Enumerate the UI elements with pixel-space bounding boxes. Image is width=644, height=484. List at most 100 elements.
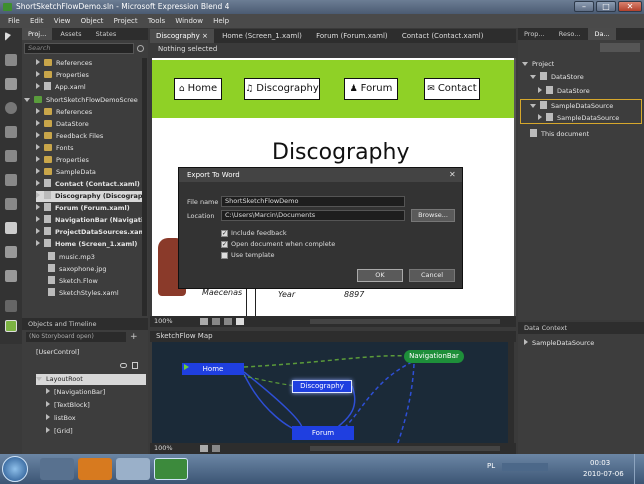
tab-resources[interactable]: Reso... (553, 28, 587, 40)
menu-view[interactable]: View (54, 17, 71, 25)
tree-item[interactable]: References (36, 58, 92, 69)
scrollbar[interactable] (142, 58, 147, 316)
menu-tools[interactable]: Tools (148, 17, 165, 25)
map-add-screen-icon[interactable] (212, 445, 220, 452)
media-player-icon[interactable] (78, 458, 112, 480)
object-item[interactable]: [UserControl] (36, 347, 146, 358)
close-button[interactable]: ✕ (618, 1, 642, 12)
tree-item[interactable]: NavigationBar (Navigati (36, 215, 143, 226)
clock-time[interactable]: 00:03 (590, 459, 610, 467)
map-horizontal-scrollbar[interactable] (310, 446, 500, 451)
map-node-discography[interactable]: Discography (292, 380, 352, 393)
use-template-checkbox[interactable] (221, 252, 228, 259)
search-input[interactable]: Search (24, 43, 134, 54)
tree-item[interactable]: Properties (36, 70, 89, 81)
map-node-navigationbar[interactable]: NavigationBar (404, 350, 464, 363)
open-document-checkbox[interactable]: ✓ (221, 241, 228, 248)
object-item[interactable]: listBox (46, 413, 76, 424)
data-item[interactable]: SampleDataSource (538, 113, 619, 124)
tray-icons[interactable] (502, 463, 548, 471)
location-field[interactable]: C:\Users\Marcin\Documents (221, 210, 405, 221)
tree-item[interactable]: References (36, 107, 92, 118)
tree-item[interactable]: Feedback Files (36, 131, 103, 142)
nav-forum-button[interactable]: ♟ Forum (344, 78, 398, 100)
object-item[interactable]: [Grid] (46, 426, 73, 437)
minimize-button[interactable]: – (574, 1, 594, 12)
tree-item[interactable]: Fonts (36, 143, 74, 154)
rectangle-tool-icon[interactable] (5, 222, 17, 234)
tree-item[interactable]: ShortSketchFlowDemoScree (24, 95, 138, 106)
map-node-forum[interactable]: Forum (292, 426, 354, 440)
browse-button[interactable]: Browse... (411, 209, 455, 222)
tree-item[interactable]: SampleData (36, 167, 96, 178)
dialog-close-icon[interactable]: ✕ (449, 170, 456, 179)
menu-project[interactable]: Project (114, 17, 138, 25)
photo-viewer-icon[interactable] (116, 458, 150, 480)
selection-tool-icon[interactable] (5, 32, 11, 41)
snap-toggle-icon[interactable] (212, 318, 220, 325)
nav-discography-button[interactable]: ♫ Discography (244, 78, 320, 100)
zoom-level[interactable]: 100% (154, 317, 173, 325)
grid-toggle-icon[interactable] (200, 318, 208, 325)
maximize-button[interactable]: □ (596, 1, 616, 12)
show-desktop-button[interactable] (634, 454, 644, 484)
object-item[interactable]: [NavigationBar] (46, 387, 105, 398)
eye-icon[interactable] (120, 363, 127, 368)
tree-item[interactable]: Properties (36, 155, 89, 166)
tree-item[interactable]: Forum (Forum.xaml) (36, 203, 130, 214)
tab-discography[interactable]: Discography × (150, 29, 214, 43)
tab-contact[interactable]: Contact (Contact.xaml) (396, 29, 490, 43)
annotation-toggle-icon[interactable] (236, 318, 244, 325)
ok-button[interactable]: OK (357, 269, 403, 282)
file-name-field[interactable]: ShortSketchFlowDemo (221, 196, 405, 207)
lock-icon[interactable] (132, 362, 138, 369)
brush-tool-icon[interactable] (5, 174, 17, 186)
artboard-scrollbar[interactable] (514, 58, 516, 316)
textblock-tool-icon[interactable] (5, 270, 17, 282)
tree-item[interactable]: saxophone.jpg (48, 264, 106, 275)
tree-item[interactable]: Contact (Contact.xaml) (36, 179, 140, 190)
storyboard-dropdown[interactable]: (No Storyboard open) (26, 332, 126, 342)
tree-item[interactable]: Sketch.Flow (48, 276, 98, 287)
tab-projects[interactable]: Proj... (22, 28, 53, 40)
cancel-button[interactable]: Cancel (409, 269, 455, 282)
pen-tool-icon[interactable] (5, 198, 17, 210)
effects-toggle-icon[interactable] (224, 318, 232, 325)
start-button[interactable] (2, 456, 28, 482)
menu-help[interactable]: Help (213, 17, 229, 25)
assets-icon[interactable] (5, 300, 17, 312)
sketch-style-icon[interactable] (5, 320, 17, 332)
tab-home[interactable]: Home (Screen_1.xaml) (216, 29, 308, 43)
data-item[interactable]: Project (522, 59, 554, 70)
tab-assets[interactable]: Assets (54, 28, 87, 40)
tree-item[interactable]: music.mp3 (48, 252, 95, 263)
map-node-home[interactable]: Home (182, 363, 244, 375)
zoom-tool-icon[interactable] (5, 102, 17, 114)
add-storyboard-button[interactable]: + (130, 332, 140, 342)
clock-date[interactable]: 2010-07-06 (583, 470, 624, 478)
tree-item-selected[interactable]: Discography (Discograpl (36, 191, 142, 202)
tab-data[interactable]: Da... (588, 28, 616, 40)
data-item[interactable]: DataStore (538, 86, 590, 97)
menu-object[interactable]: Object (81, 17, 104, 25)
data-item[interactable]: This document (530, 129, 589, 140)
horizontal-scrollbar[interactable] (310, 319, 500, 324)
tree-item[interactable]: SketchStyles.xaml (48, 288, 119, 299)
tree-item[interactable]: Home (Screen_1.xaml) (36, 239, 137, 250)
object-item[interactable]: LayoutRoot (36, 374, 146, 385)
pan-tool-icon[interactable] (5, 78, 17, 90)
menu-edit[interactable]: Edit (30, 17, 44, 25)
tab-properties[interactable]: Prop... (518, 28, 551, 40)
menu-window[interactable]: Window (175, 17, 203, 25)
data-toolbar-icons[interactable] (600, 43, 640, 52)
tree-item[interactable]: App.xaml (36, 82, 86, 93)
direct-select-tool-icon[interactable] (5, 54, 17, 66)
nav-home-button[interactable]: ⌂ Home (174, 78, 222, 100)
nav-contact-button[interactable]: ✉ Contact (424, 78, 480, 100)
data-context-item[interactable]: SampleDataSource (524, 338, 594, 349)
tree-item[interactable]: DataStore (36, 119, 89, 130)
blend-app-icon[interactable] (154, 458, 188, 480)
eyedropper-tool-icon[interactable] (5, 126, 17, 138)
object-item[interactable]: [TextBlock] (46, 400, 90, 411)
menu-file[interactable]: File (8, 17, 20, 25)
